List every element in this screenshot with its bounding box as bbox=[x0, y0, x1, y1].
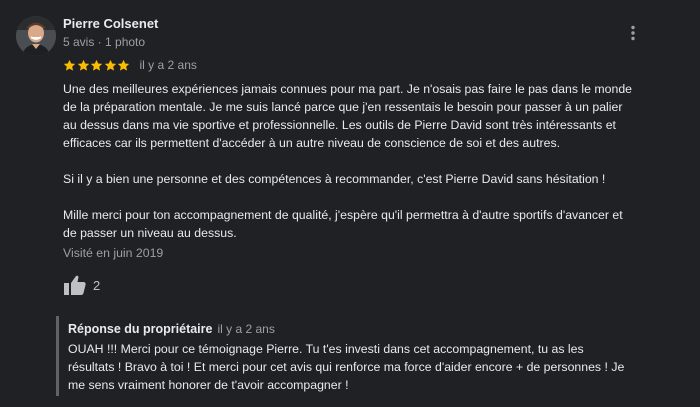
star-icon bbox=[104, 59, 116, 71]
reviewer-meta: 5 avis · 1 photo bbox=[63, 35, 146, 49]
owner-response-header: Réponse du propriétaire il y a 2 ans bbox=[68, 322, 275, 336]
review-text: Une des meilleures expériences jamais co… bbox=[63, 80, 683, 242]
avatar[interactable] bbox=[16, 16, 56, 56]
owner-response-text: OUAH !!! Merci pour ce témoignage Pierre… bbox=[68, 342, 625, 392]
owner-response-date: il y a 2 ans bbox=[217, 322, 275, 336]
star-rating bbox=[63, 59, 131, 72]
star-icon bbox=[63, 59, 76, 71]
owner-response: Réponse du propriétaire il y a 2 ans OUA… bbox=[56, 316, 689, 396]
star-icon bbox=[117, 59, 130, 71]
owner-response-title: Réponse du propriétaire bbox=[68, 322, 213, 336]
rating-row: il y a 2 ans bbox=[63, 57, 197, 73]
reviewer-name[interactable]: Pierre Colsenet bbox=[63, 16, 158, 31]
star-icon bbox=[90, 59, 103, 71]
visit-date: Visité en juin 2019 bbox=[63, 246, 164, 260]
star-icon bbox=[77, 59, 89, 71]
like-count: 2 bbox=[93, 277, 101, 293]
more-options-button[interactable] bbox=[622, 22, 644, 44]
avatar-photo bbox=[16, 16, 56, 56]
review-paragraph: Mille merci pour ton accompagnement de q… bbox=[63, 208, 623, 240]
more-vert-icon bbox=[631, 25, 635, 41]
review-paragraph: Si il y a bien une personne et des compé… bbox=[63, 172, 606, 186]
review-date: il y a 2 ans bbox=[139, 58, 197, 72]
review-paragraph: Une des meilleures expériences jamais co… bbox=[63, 82, 632, 150]
thumb-up-icon bbox=[64, 275, 86, 295]
like-button[interactable]: 2 bbox=[63, 274, 100, 296]
